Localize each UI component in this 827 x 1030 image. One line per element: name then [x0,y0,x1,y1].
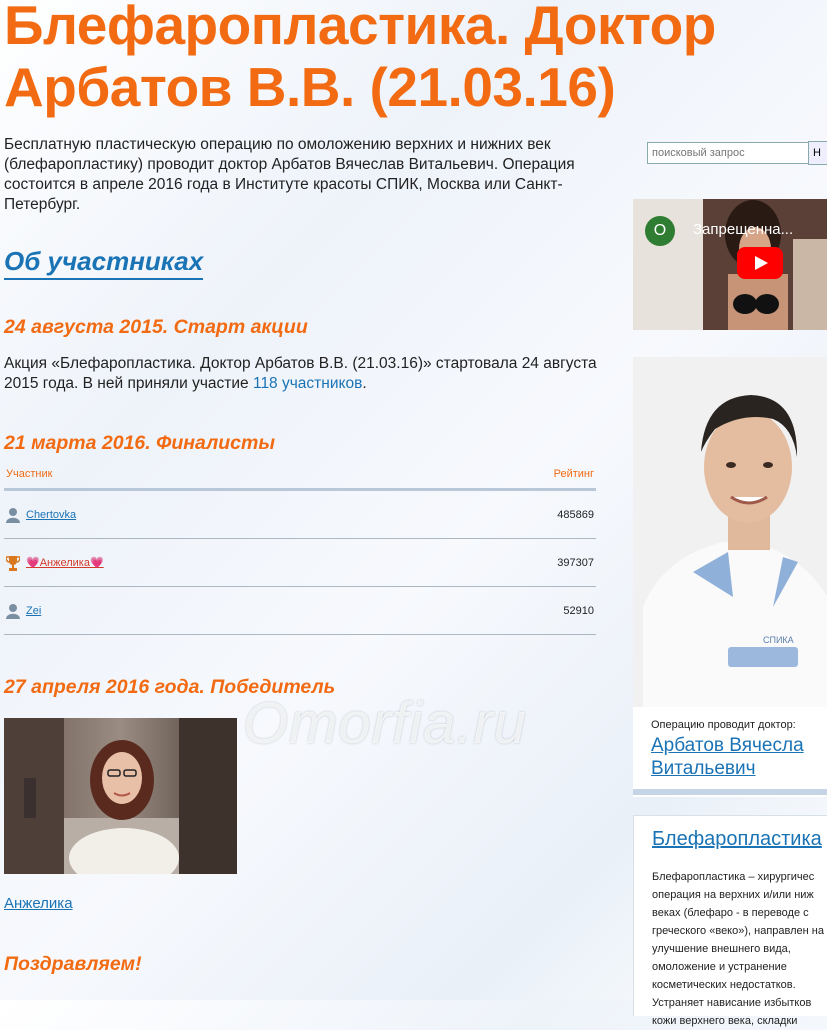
members-link[interactable]: Об участниках [4,246,204,280]
participant-cell: Chertovka [6,507,76,523]
user-icon [6,507,20,523]
search-input[interactable] [647,142,809,164]
info-title-link[interactable]: Блефаропластика [652,828,822,851]
participant-cell: Zei [6,603,41,619]
doctor-caption: Операцию проводит доктор: [651,719,796,731]
doctor-photo[interactable]: СПИКА [633,357,827,707]
clinic-logo: СПИКА [763,635,794,645]
search-button[interactable]: Н [808,141,827,165]
watermark-logo: Omorfia.ru [243,691,527,756]
col-participant: Участник [6,468,53,480]
card-divider [633,789,827,795]
doctor-name-line2[interactable]: Витальевич [651,758,756,779]
doctor-name-line1[interactable]: Арбатов Вячесла [651,735,804,756]
table-header: Участник Рейтинг [4,468,596,491]
doctor-card: СПИКА Операцию проводит доктор: Арбатов … [633,357,827,797]
table-row: Zei 52910 [4,587,596,635]
rating-value: 397307 [557,556,594,569]
start-heading: 24 августа 2015. Старт акции [4,316,308,338]
play-icon[interactable] [737,247,783,279]
info-text: Блефаропластика – хирургичес операция на… [652,871,824,1027]
rating-value: 485869 [557,508,594,521]
intro-text: Бесплатную пластическую операцию по омол… [4,136,575,213]
winner-name-link[interactable]: Анжелика [4,895,73,912]
page-title: Блефаропластика. Доктор Арбатов В.В. (21… [4,0,716,118]
start-text-after: . [362,375,367,392]
doctor-photo-image: СПИКА [633,357,827,707]
finalists-table: Участник Рейтинг Chertovka 485869 💗Анжел… [4,468,596,635]
video-embed[interactable]: O Запрещенна... [633,199,827,330]
start-text: Акция «Блефаропластика. Доктор Арбатов В… [4,354,604,394]
doctor-name-link[interactable]: Арбатов Вячесла Витальевич [651,734,827,780]
channel-avatar[interactable]: O [645,216,675,246]
col-rating: Рейтинг [553,468,594,480]
trophy-icon [6,555,20,571]
participant-link[interactable]: 💗Анжелика💗 [26,556,104,569]
table-row: 💗Анжелика💗 397307 [4,539,596,587]
winner-photo-image [4,718,237,874]
video-title[interactable]: Запрещенна... [693,221,793,238]
winner-photo[interactable] [4,718,237,874]
participant-link[interactable]: Zei [26,605,41,617]
rating-value: 52910 [563,604,594,617]
participant-link[interactable]: Chertovka [26,509,76,521]
congrats-heading: Поздравляем! [4,953,142,975]
user-icon [6,603,20,619]
winner-heading: 27 апреля 2016 года. Победитель [4,676,336,698]
participant-cell: 💗Анжелика💗 [6,555,104,571]
finalists-heading: 21 марта 2016. Финалисты [4,432,275,454]
participants-link[interactable]: 118 участников [253,375,362,392]
info-card: Блефаропластика Блефаропластика – хирург… [633,815,827,1027]
table-row: Chertovka 485869 [4,491,596,539]
